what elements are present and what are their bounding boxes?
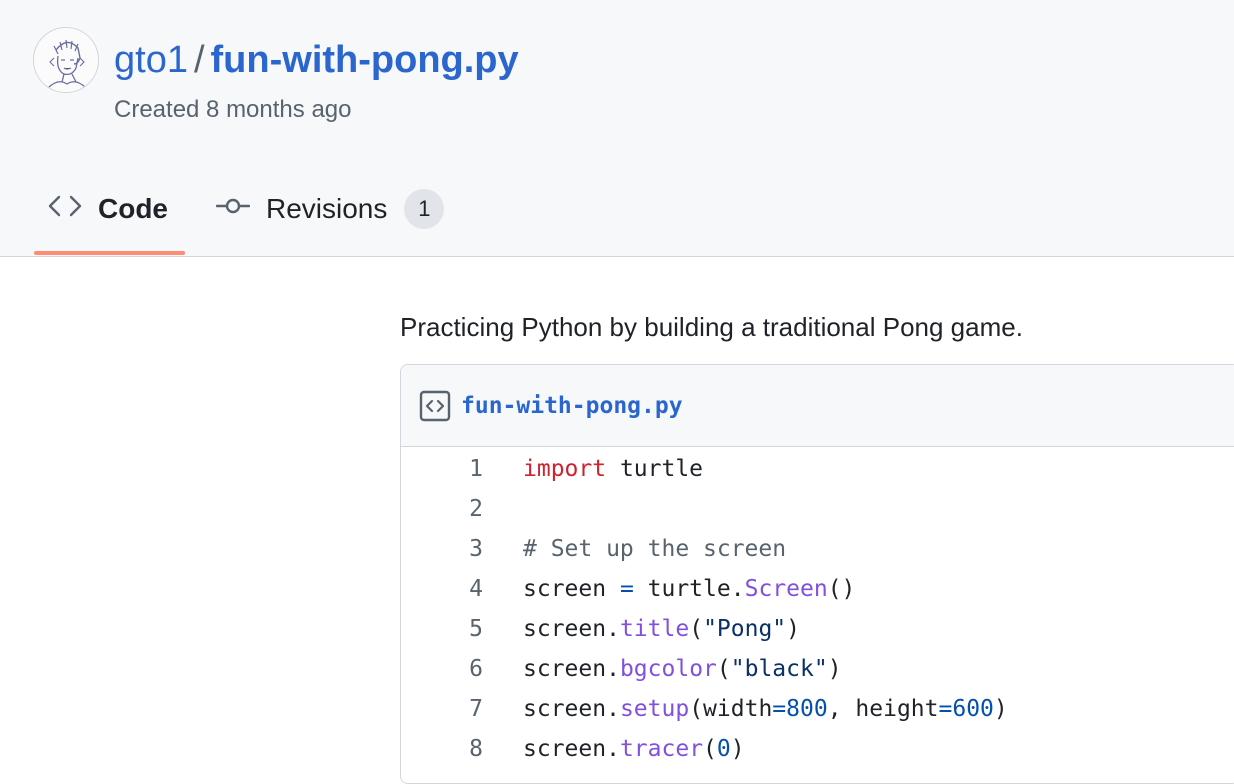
code-icon (48, 193, 82, 225)
file-name-link[interactable]: fun-with-pong.py (461, 393, 683, 419)
tab-revisions-label: Revisions (266, 193, 388, 224)
active-tab-indicator (34, 251, 185, 255)
file-container: fun-with-pong.py 1 import turtle 2 3 # Set u… (400, 364, 1234, 784)
code-line: 2 (401, 489, 1234, 529)
owner-link[interactable]: gto1 (114, 39, 188, 81)
gist-description: Practicing Python by building a traditio… (400, 312, 1023, 342)
code-line: 5 screen.title("Pong") (401, 609, 1234, 649)
git-commit-icon (215, 193, 251, 225)
code-line: 8 screen.tracer(0) (401, 729, 1234, 769)
line-code: screen.bgcolor("black") (523, 656, 842, 682)
title-separator: / (193, 39, 205, 81)
gist-header: gto1/fun-with-pong.py Created 8 months a… (0, 0, 1234, 257)
tab-code[interactable]: Code (48, 186, 168, 232)
tab-code-label: Code (98, 193, 168, 224)
line-code: screen.setup(width=800, height=600) (523, 696, 1008, 722)
code-line: 4 screen = turtle.Screen() (401, 569, 1234, 609)
line-number[interactable]: 2 (401, 489, 483, 529)
code-line: 3 # Set up the screen (401, 529, 1234, 569)
line-number[interactable]: 4 (401, 569, 483, 609)
file-header: fun-with-pong.py (401, 365, 1234, 447)
line-code: screen.title("Pong") (523, 616, 801, 642)
gist-title: gto1/fun-with-pong.py (114, 36, 519, 84)
line-code: screen.tracer(0) (523, 736, 745, 762)
gist-name-link[interactable]: fun-with-pong.py (211, 39, 519, 81)
line-number[interactable]: 6 (401, 649, 483, 689)
file-code-icon (419, 390, 451, 422)
revisions-count-badge: 1 (404, 189, 445, 229)
line-number[interactable]: 7 (401, 689, 483, 729)
line-number[interactable]: 1 (401, 449, 483, 489)
code-listing: 1 import turtle 2 3 # Set up the screen 4 scre… (401, 447, 1234, 769)
line-code: screen = turtle.Screen() (523, 576, 856, 602)
line-number[interactable]: 3 (401, 529, 483, 569)
code-line: 7 screen.setup(width=800, height=600) (401, 689, 1234, 729)
code-line: 1 import turtle (401, 449, 1234, 489)
avatar[interactable] (33, 27, 99, 93)
code-line: 6 screen.bgcolor("black") (401, 649, 1234, 689)
line-number[interactable]: 8 (401, 729, 483, 769)
tab-revisions[interactable]: Revisions 1 (215, 186, 445, 232)
line-code: import turtle (523, 456, 704, 482)
line-code: # Set up the screen (523, 536, 787, 562)
line-number[interactable]: 5 (401, 609, 483, 649)
created-timestamp: Created 8 months ago (114, 96, 352, 123)
